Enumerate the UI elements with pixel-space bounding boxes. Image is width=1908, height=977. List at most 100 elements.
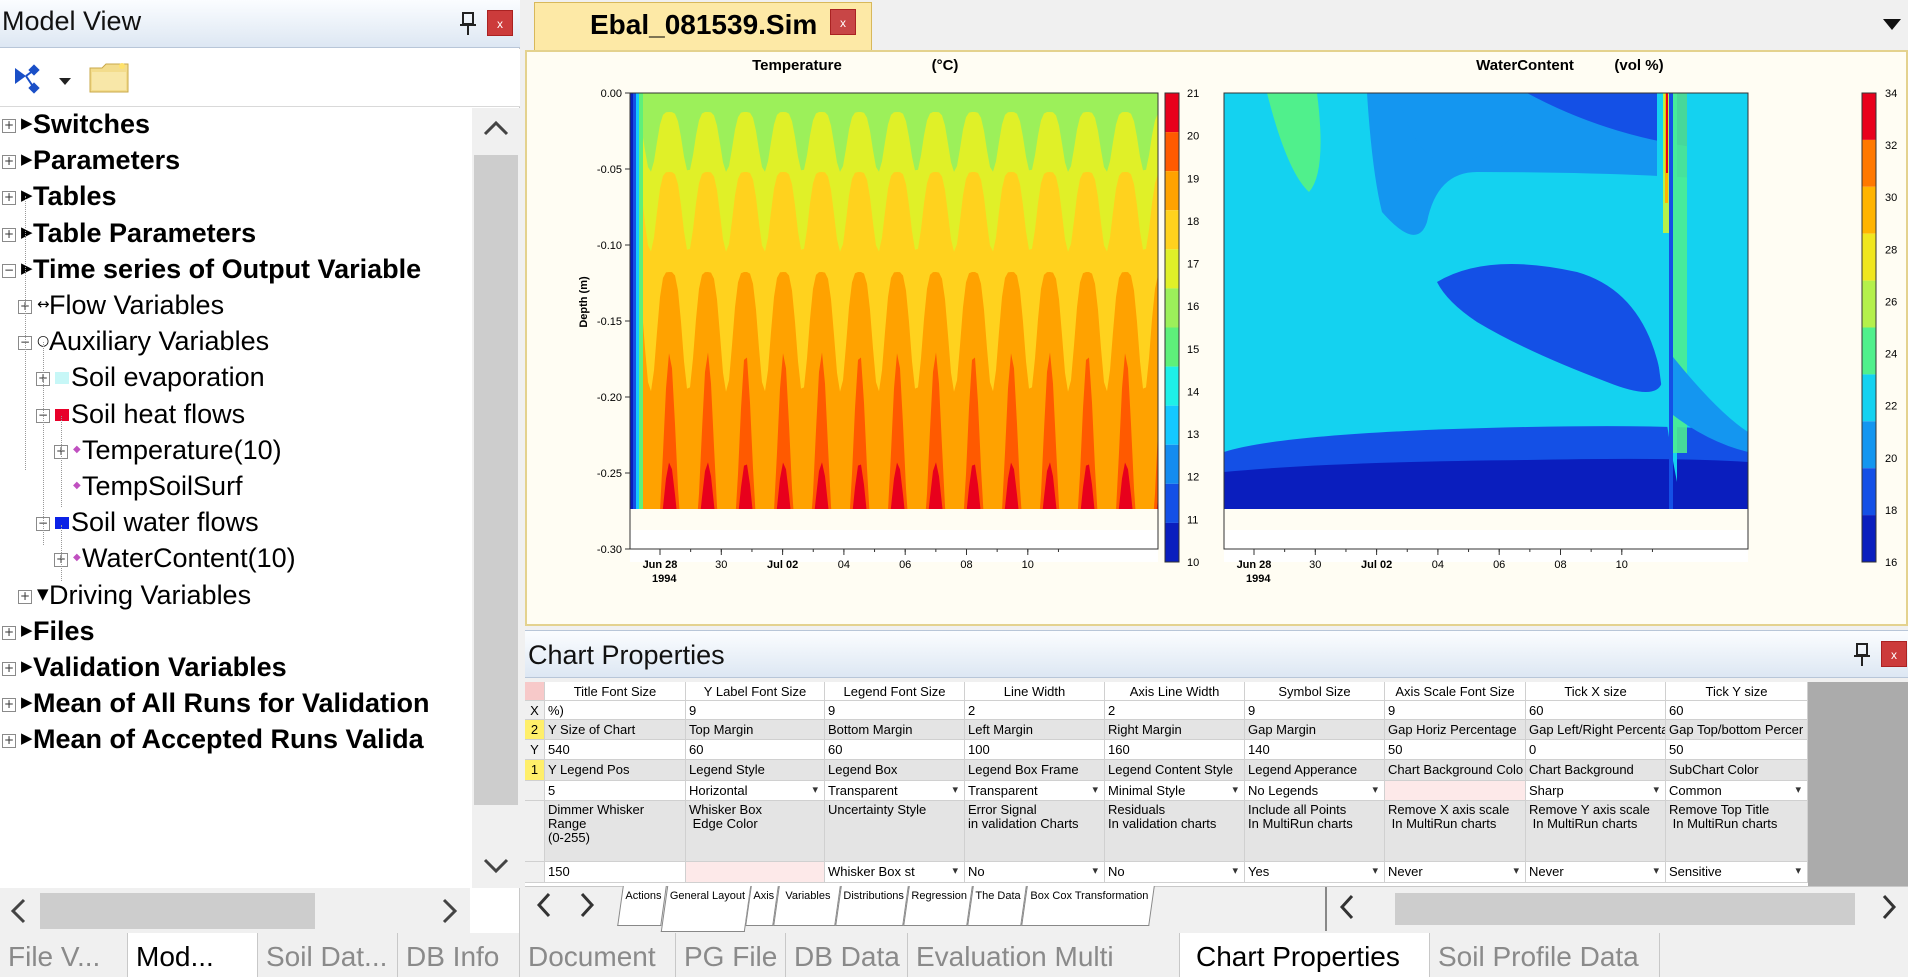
document-tab-chart-properties[interactable]: Chart Properties (1180, 933, 1430, 977)
tree-node[interactable]: + ◆ WaterContent(10) (0, 542, 470, 578)
sheet-splitter[interactable] (1325, 887, 1327, 931)
grid-value-cell[interactable]: No Legends (1245, 781, 1385, 801)
chart-properties-pin-icon[interactable] (1852, 642, 1872, 668)
grid-row-header[interactable] (525, 801, 545, 862)
tree-node[interactable]: + Soil evaporation (0, 361, 470, 397)
model-view-close-button[interactable]: x (487, 10, 513, 36)
grid-value-cell[interactable]: 60 (1526, 701, 1666, 720)
grid-value-cell[interactable]: Transparent (825, 781, 965, 801)
expand-icon[interactable]: + (2, 119, 16, 133)
grid-value-cell[interactable]: 540 (545, 740, 686, 760)
expand-icon[interactable]: + (18, 589, 32, 604)
grid-value-cell[interactable]: Never (1526, 862, 1666, 883)
grid-value-cell[interactable]: 60 (1666, 701, 1808, 720)
left-panel-tab[interactable]: DB Info (398, 933, 520, 977)
collapse-icon[interactable]: − (2, 263, 16, 278)
sheet-tab[interactable]: Actions (617, 886, 667, 926)
grid-value-cell[interactable]: Whisker Box st (825, 862, 965, 883)
grid-value-cell[interactable]: No (1105, 862, 1245, 883)
sheet-scroll-right-icon[interactable] (1878, 892, 1900, 929)
grid-value-cell[interactable]: %) (545, 701, 686, 720)
sheet-next-icon[interactable] (576, 890, 598, 927)
expand-icon[interactable]: + (2, 155, 16, 170)
folder-icon[interactable] (88, 60, 130, 101)
grid-value-cell[interactable]: 0 (1526, 740, 1666, 760)
document-tab-evaluation-multi[interactable]: Evaluation Multi (908, 933, 1180, 977)
sheet-tab[interactable]: Variables (773, 886, 841, 926)
tree-node[interactable]: ◆ TempSoilSurf (0, 470, 470, 506)
grid-value-cell[interactable]: 9 (686, 701, 825, 720)
tree-node[interactable]: + ▶ Parameters (0, 144, 470, 180)
tree-node[interactable]: − ▶ Time series of Output Variable (0, 253, 470, 289)
expand-icon[interactable]: + (2, 191, 16, 206)
grid-value-cell[interactable]: Horizontal (686, 781, 825, 801)
scroll-down-icon[interactable] (481, 856, 511, 881)
scroll-left-icon[interactable] (8, 896, 28, 931)
grid-value-cell[interactable]: 9 (825, 701, 965, 720)
sheet-tab[interactable]: General Layout (660, 886, 752, 932)
scroll-up-icon[interactable] (481, 118, 511, 143)
grid-row-header[interactable] (525, 682, 545, 701)
document-tab-pg-file[interactable]: PG File (676, 933, 786, 977)
sheet-tab[interactable]: Box Cox Transformation (1021, 886, 1155, 926)
model-structure-icon[interactable] (12, 62, 46, 101)
grid-value-cell[interactable]: 140 (1245, 740, 1385, 760)
expand-icon[interactable]: + (2, 734, 16, 749)
grid-row-header[interactable]: 1 (525, 760, 545, 781)
grid-value-cell[interactable]: Yes (1245, 862, 1385, 883)
tree-vertical-scroll-thumb[interactable] (474, 155, 518, 805)
grid-value-cell[interactable]: 100 (965, 740, 1105, 760)
chart-properties-close-button[interactable]: x (1881, 641, 1907, 667)
sheet-tab[interactable]: The Data (967, 886, 1027, 926)
tree-node[interactable]: − Soil heat flows (0, 398, 470, 434)
document-tab-document[interactable]: Document (520, 933, 676, 977)
tree-node[interactable]: + ◆ Temperature(10) (0, 434, 470, 470)
grid-value-cell[interactable]: Never (1385, 862, 1526, 883)
grid-value-cell[interactable]: 60 (825, 740, 965, 760)
grid-value-cell[interactable]: 60 (686, 740, 825, 760)
tree-node[interactable]: + ▶ Mean of Accepted Runs Valida (0, 723, 470, 759)
grid-value-cell[interactable]: 9 (1245, 701, 1385, 720)
grid-value-cell[interactable]: Sharp (1526, 781, 1666, 801)
sheet-prev-icon[interactable] (533, 890, 555, 927)
left-panel-tab[interactable]: Mod... (128, 933, 258, 977)
grid-row-header[interactable]: Y (525, 740, 545, 760)
expand-icon[interactable]: + (2, 698, 16, 713)
document-tab-soil-profile-data[interactable]: Soil Profile Data (1430, 933, 1660, 977)
grid-value-cell[interactable]: Minimal Style (1105, 781, 1245, 801)
left-panel-tab[interactable]: File V... (0, 933, 128, 977)
grid-value-cell[interactable]: Transparent (965, 781, 1105, 801)
sheet-scroll-thumb[interactable] (1395, 893, 1855, 925)
grid-value-cell[interactable]: Common (1666, 781, 1808, 801)
tree-node[interactable]: − ○ Auxiliary Variables (0, 325, 470, 361)
grid-value-cell[interactable]: 2 (1105, 701, 1245, 720)
grid-row-header[interactable] (525, 862, 545, 883)
grid-row-header[interactable] (525, 781, 545, 801)
tree-node[interactable]: + ▼ Driving Variables (0, 579, 470, 615)
scroll-right-icon[interactable] (440, 896, 460, 931)
tree-node[interactable]: − Soil water flows (0, 506, 470, 542)
grid-row-header[interactable]: 2 (525, 720, 545, 740)
document-title[interactable]: Ebal_081539.Sim (590, 9, 817, 41)
grid-row-header[interactable]: X (525, 701, 545, 720)
grid-value-cell[interactable]: 2 (965, 701, 1105, 720)
grid-value-cell[interactable]: Sensitive (1666, 862, 1808, 883)
document-menu-chevron-icon[interactable] (1882, 18, 1902, 37)
chevron-down-icon[interactable] (58, 74, 72, 92)
sheet-scroll-left-icon[interactable] (1336, 892, 1358, 929)
tree-node[interactable]: + ↔ Flow Variables (0, 289, 470, 325)
tree-node[interactable]: + ▶ Files (0, 615, 470, 651)
document-close-button[interactable]: x (830, 9, 856, 35)
pin-icon[interactable] (458, 11, 478, 37)
grid-value-cell[interactable]: 150 (545, 862, 686, 883)
tree-node[interactable]: + ▶ Validation Variables (0, 651, 470, 687)
grid-value-cell[interactable]: 50 (1385, 740, 1526, 760)
expand-icon[interactable]: + (2, 662, 16, 676)
grid-value-cell[interactable] (1385, 781, 1526, 801)
grid-value-cell[interactable]: 50 (1666, 740, 1808, 760)
grid-value-cell[interactable]: No (965, 862, 1105, 883)
expand-icon[interactable]: + (2, 625, 16, 640)
grid-value-cell[interactable]: 160 (1105, 740, 1245, 760)
tree-node[interactable]: + ▶ Table Parameters (0, 217, 470, 253)
sheet-tab[interactable]: Regression (903, 886, 973, 926)
